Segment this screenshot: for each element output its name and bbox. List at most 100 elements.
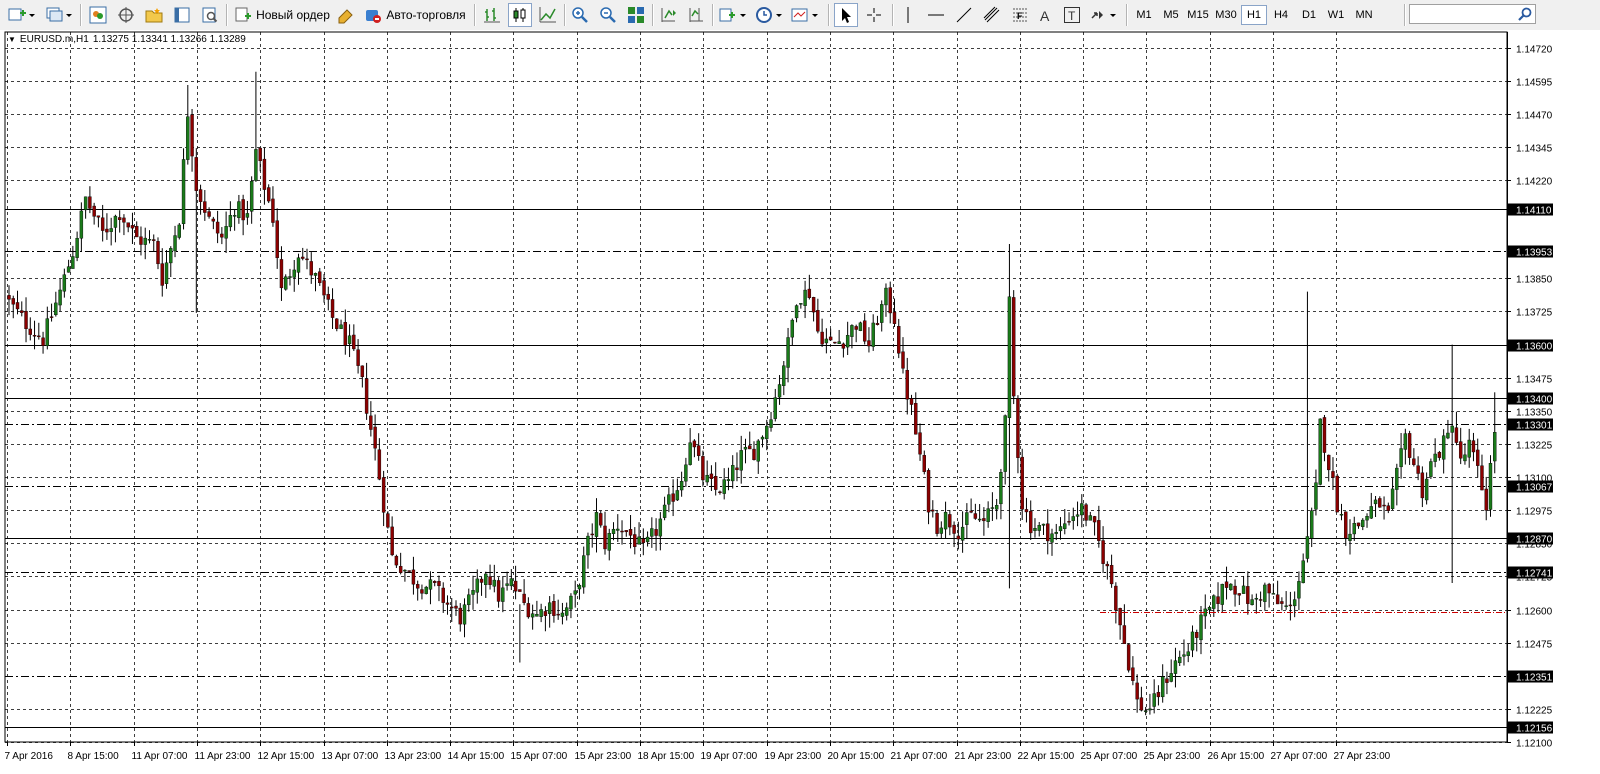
timeframe-mn[interactable]: MN bbox=[1351, 5, 1377, 25]
zoom-in-icon bbox=[572, 7, 588, 23]
candle-body bbox=[1437, 452, 1442, 458]
toolbar: Новый ордер Авто-торговля F A T M1 M5 M1… bbox=[0, 0, 1600, 31]
strategy-tester-button[interactable] bbox=[198, 3, 222, 27]
new-order-button[interactable]: Новый ордер bbox=[232, 3, 332, 27]
crosshair-tool-button[interactable] bbox=[862, 3, 886, 27]
candle-body bbox=[654, 529, 658, 536]
search-button[interactable] bbox=[1517, 6, 1533, 22]
x-tick-label: 11 Apr 23:00 bbox=[195, 751, 251, 762]
candle-body bbox=[1080, 503, 1084, 516]
market-watch-button[interactable] bbox=[86, 3, 110, 27]
candle-body bbox=[41, 337, 45, 346]
candle-body bbox=[143, 237, 147, 245]
candle-body bbox=[66, 266, 71, 273]
candle-body bbox=[1484, 488, 1488, 511]
candle-body bbox=[1075, 514, 1080, 517]
candle-body bbox=[1122, 625, 1127, 645]
profiles-button[interactable] bbox=[44, 3, 76, 27]
vertical-line-icon bbox=[907, 7, 909, 23]
candle-body bbox=[113, 215, 118, 228]
indicators-button[interactable] bbox=[718, 3, 750, 27]
candle-body bbox=[58, 289, 62, 306]
candle-chart-button[interactable] bbox=[508, 3, 532, 27]
line-chart-icon bbox=[539, 7, 556, 23]
candle-body bbox=[1241, 585, 1246, 594]
timeframe-h1[interactable]: H1 bbox=[1241, 5, 1267, 25]
bar-chart-button[interactable] bbox=[480, 3, 504, 27]
candle-body bbox=[880, 304, 884, 323]
timeframe-m1[interactable]: M1 bbox=[1131, 5, 1157, 25]
templates-button[interactable] bbox=[790, 3, 822, 27]
candle-body bbox=[1212, 595, 1216, 609]
zoom-in-button[interactable] bbox=[568, 3, 592, 27]
timeframe-m15[interactable]: M15 bbox=[1185, 5, 1211, 25]
timeframe-m30[interactable]: M30 bbox=[1213, 5, 1239, 25]
metaeditor-button[interactable] bbox=[334, 3, 358, 27]
candle-body bbox=[986, 508, 990, 522]
candle-body bbox=[369, 415, 373, 430]
candle-body bbox=[909, 398, 914, 405]
fibonacci-button[interactable]: F bbox=[1008, 3, 1032, 27]
indicators-add-icon bbox=[719, 8, 746, 22]
y-tick-label: 1.12100 bbox=[1516, 739, 1553, 750]
candle-body bbox=[1126, 644, 1131, 671]
candle-body bbox=[897, 326, 901, 354]
candle-body bbox=[790, 319, 795, 338]
x-tick-label: 14 Apr 15:00 bbox=[448, 751, 505, 762]
timeframe-m5[interactable]: M5 bbox=[1158, 5, 1184, 25]
price-chart[interactable]: 7 Apr 2016 8 Apr 15:00 11 Apr 07:00 11 Apr … bbox=[0, 30, 1600, 774]
candle-body bbox=[1148, 708, 1152, 711]
terminal-button[interactable] bbox=[170, 3, 194, 27]
text-label-button[interactable]: T bbox=[1060, 3, 1084, 27]
candle-body bbox=[356, 349, 360, 366]
candle-body bbox=[245, 213, 250, 218]
trendline-button[interactable] bbox=[952, 3, 976, 27]
y-tick-label: 1.13225 bbox=[1516, 441, 1553, 452]
candle-body bbox=[437, 580, 441, 587]
candle-body bbox=[833, 341, 837, 344]
price-level-label: 1.12741 bbox=[1516, 569, 1553, 580]
candle-body bbox=[556, 613, 560, 616]
tile-windows-button[interactable] bbox=[624, 3, 648, 27]
data-window-button[interactable] bbox=[114, 3, 138, 27]
horizontal-line-button[interactable] bbox=[924, 3, 948, 27]
candle-body bbox=[1173, 660, 1178, 674]
new-chart-button[interactable] bbox=[6, 3, 40, 27]
chart-window[interactable]: 7 Apr 2016 8 Apr 15:00 11 Apr 07:00 11 Apr … bbox=[0, 30, 1600, 774]
periods-button[interactable] bbox=[754, 3, 786, 27]
autotrading-button[interactable]: Авто-торговля bbox=[362, 3, 468, 27]
chart-shift-button[interactable] bbox=[684, 3, 708, 27]
autoscroll-button[interactable] bbox=[656, 3, 680, 27]
zoom-out-button[interactable] bbox=[596, 3, 620, 27]
candle-body bbox=[1309, 510, 1314, 539]
text-tool-button[interactable]: A bbox=[1036, 3, 1056, 27]
metaeditor-icon bbox=[338, 9, 353, 24]
price-level-label: 1.13400 bbox=[1516, 395, 1553, 406]
candle-body bbox=[207, 211, 211, 217]
candle-body bbox=[509, 578, 514, 587]
candle-body bbox=[49, 316, 54, 318]
timeframe-w1[interactable]: W1 bbox=[1323, 5, 1349, 25]
candle-body bbox=[1412, 458, 1416, 465]
price-level-label: 1.12351 bbox=[1516, 673, 1553, 684]
line-chart-button[interactable] bbox=[536, 3, 560, 27]
candle-body bbox=[1160, 676, 1165, 698]
candle-body bbox=[224, 226, 228, 239]
timeframe-d1[interactable]: D1 bbox=[1296, 5, 1322, 25]
candle-body bbox=[931, 509, 935, 512]
arrows-button[interactable] bbox=[1088, 3, 1120, 27]
candle-body bbox=[901, 351, 905, 369]
candle-body bbox=[1165, 678, 1169, 683]
candle-body bbox=[1088, 515, 1093, 521]
candle-body bbox=[288, 276, 292, 278]
candle-body bbox=[1395, 467, 1399, 490]
candle-body bbox=[662, 504, 667, 518]
candle-body bbox=[152, 239, 156, 241]
cursor-tool-button[interactable] bbox=[834, 3, 858, 27]
equidistant-channel-button[interactable] bbox=[980, 3, 1004, 27]
candle-body bbox=[1275, 594, 1280, 605]
vertical-line-button[interactable] bbox=[896, 3, 920, 27]
candle-body bbox=[820, 331, 824, 345]
timeframe-h4[interactable]: H4 bbox=[1268, 5, 1294, 25]
navigator-button[interactable] bbox=[142, 3, 166, 27]
